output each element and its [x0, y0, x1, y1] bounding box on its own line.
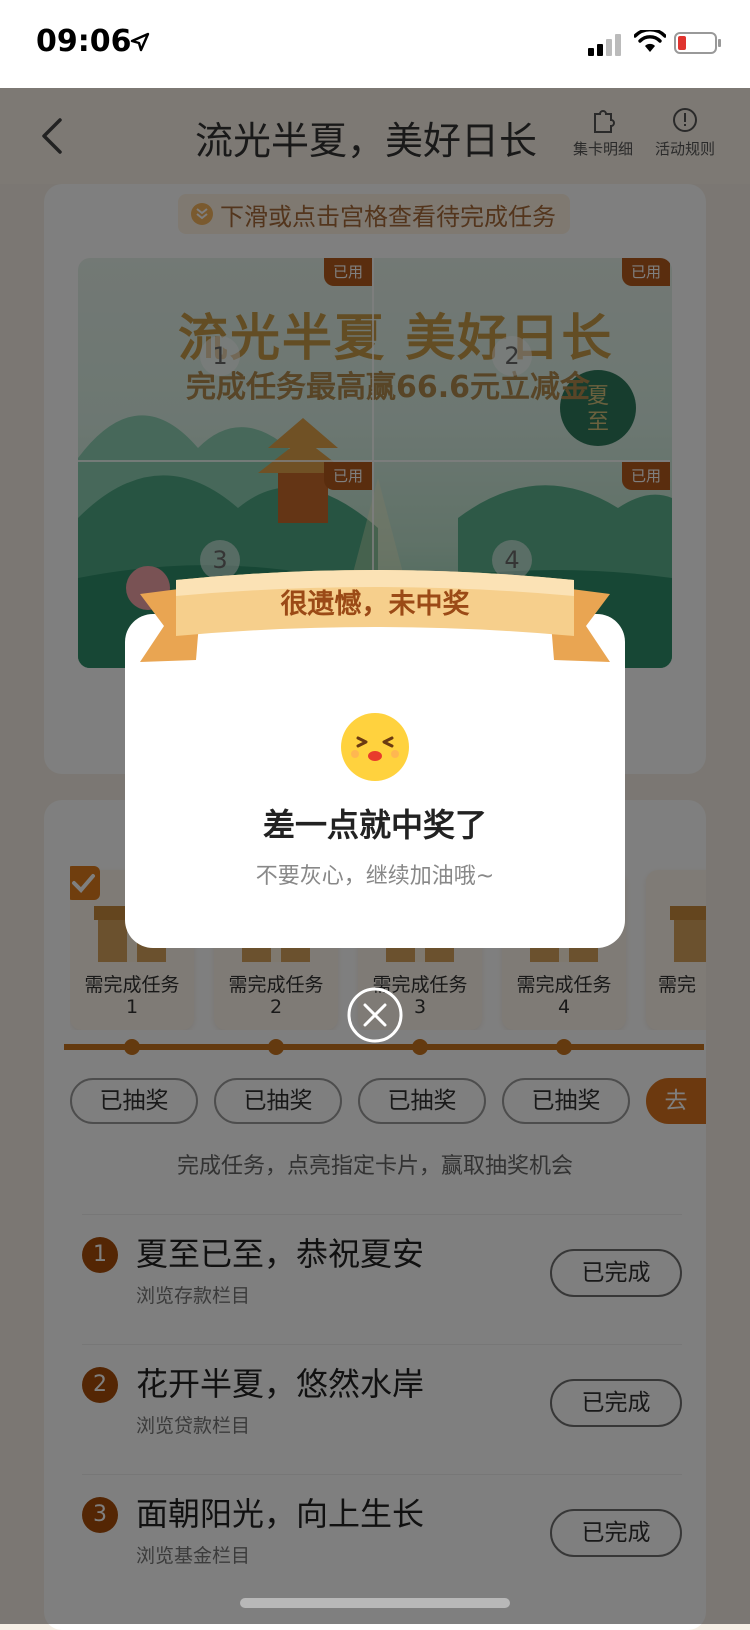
status-time: 09:06	[36, 24, 132, 59]
status-bar: 09:06	[0, 0, 750, 88]
wifi-icon	[634, 30, 666, 52]
modal-title: 差一点就中奖了	[262, 806, 487, 844]
close-icon[interactable]	[346, 986, 404, 1044]
battery-low-icon	[674, 32, 721, 54]
location-arrow-icon	[130, 32, 150, 52]
home-indicator[interactable]	[240, 1598, 510, 1608]
no-prize-ribbon-text: 很遗憾，未中奖	[280, 589, 470, 620]
emoji-face-icon	[341, 713, 409, 781]
signal-icon	[588, 34, 621, 56]
modal-subtitle: 不要灰心，继续加油哦~	[255, 864, 495, 889]
